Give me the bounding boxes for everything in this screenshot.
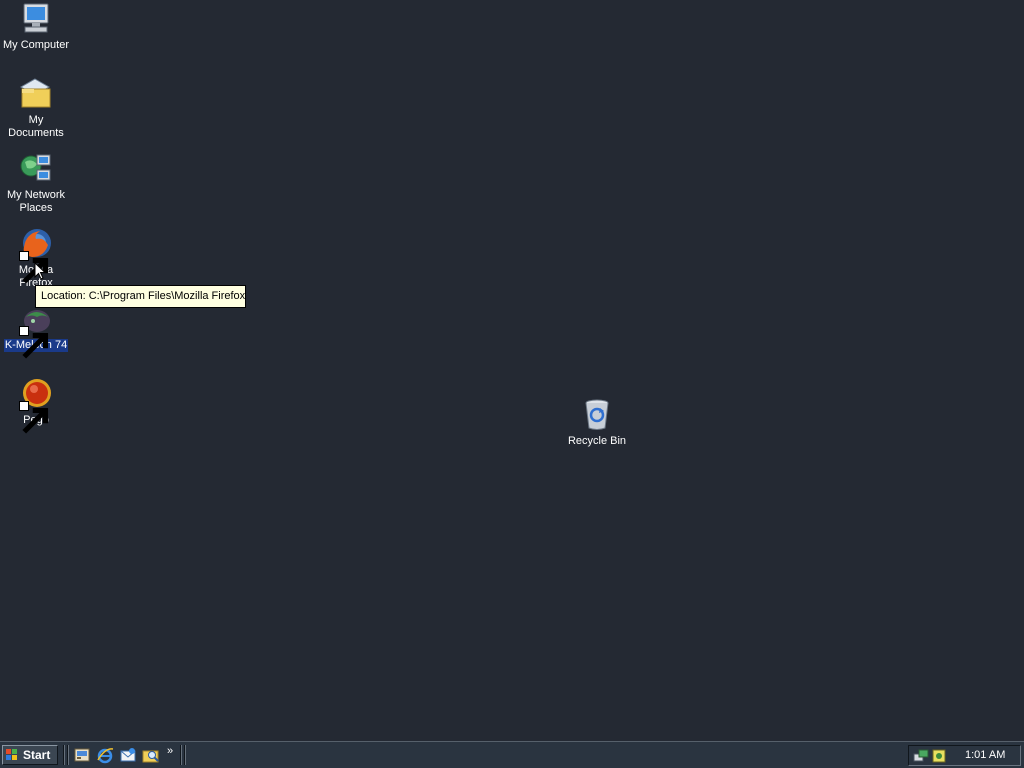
network-icon[interactable] — [913, 748, 929, 764]
firefox-icon — [19, 227, 53, 284]
tooltip: Location: C:\Program Files\Mozilla Firef… — [35, 285, 246, 308]
network-places-icon — [19, 152, 53, 186]
desktop-icon-my-computer[interactable]: My Computer — [0, 2, 72, 52]
desktop-icon-label: My Network Places — [6, 189, 66, 214]
windows-flag-icon — [6, 749, 17, 760]
taskbar-separator — [184, 745, 186, 765]
system-tray: 1:01 AM — [908, 745, 1021, 766]
windows-explorer-icon[interactable] — [142, 746, 160, 764]
desktop-icon-my-documents[interactable]: My Documents — [0, 77, 72, 140]
desktop-icon-label: My Documents — [8, 114, 64, 139]
recycle-bin-icon — [580, 398, 614, 432]
my-documents-icon — [19, 77, 53, 111]
desktop-icon-k-meleon[interactable]: K-Meleon 74 — [0, 302, 72, 359]
internet-explorer-icon[interactable] — [96, 746, 114, 764]
desktop-icon-pego[interactable]: Pego — [0, 377, 72, 434]
start-label: Start — [23, 748, 51, 762]
desktop-icon-label: Recycle Bin — [567, 435, 627, 447]
shortcut-arrow-icon — [19, 401, 49, 434]
desktop-icon-label: My Computer — [2, 39, 70, 51]
desktop-icon-recycle-bin[interactable]: Recycle Bin — [561, 398, 633, 448]
pego-icon — [19, 377, 53, 434]
taskbar-separator — [67, 745, 69, 765]
outlook-express-icon[interactable] — [119, 746, 137, 764]
my-computer-icon — [19, 2, 53, 36]
start-button[interactable]: Start — [2, 745, 58, 765]
desktop-icon-my-network-places[interactable]: My Network Places — [0, 152, 72, 215]
shortcut-arrow-icon — [19, 251, 49, 284]
taskbar-separator — [180, 745, 182, 765]
volume-icon[interactable] — [931, 748, 947, 764]
taskbar-separator — [63, 745, 65, 765]
mouse-cursor-icon — [34, 262, 46, 280]
shortcut-arrow-icon — [19, 326, 49, 359]
show-desktop-icon[interactable] — [73, 746, 91, 764]
quick-launch-chevron[interactable]: » — [167, 745, 173, 757]
desktop[interactable]: My Computer My Documents My Network Plac… — [0, 0, 1024, 741]
clock[interactable]: 1:01 AM — [965, 746, 1005, 765]
taskbar: Start » 1:01 AM — [0, 741, 1024, 768]
